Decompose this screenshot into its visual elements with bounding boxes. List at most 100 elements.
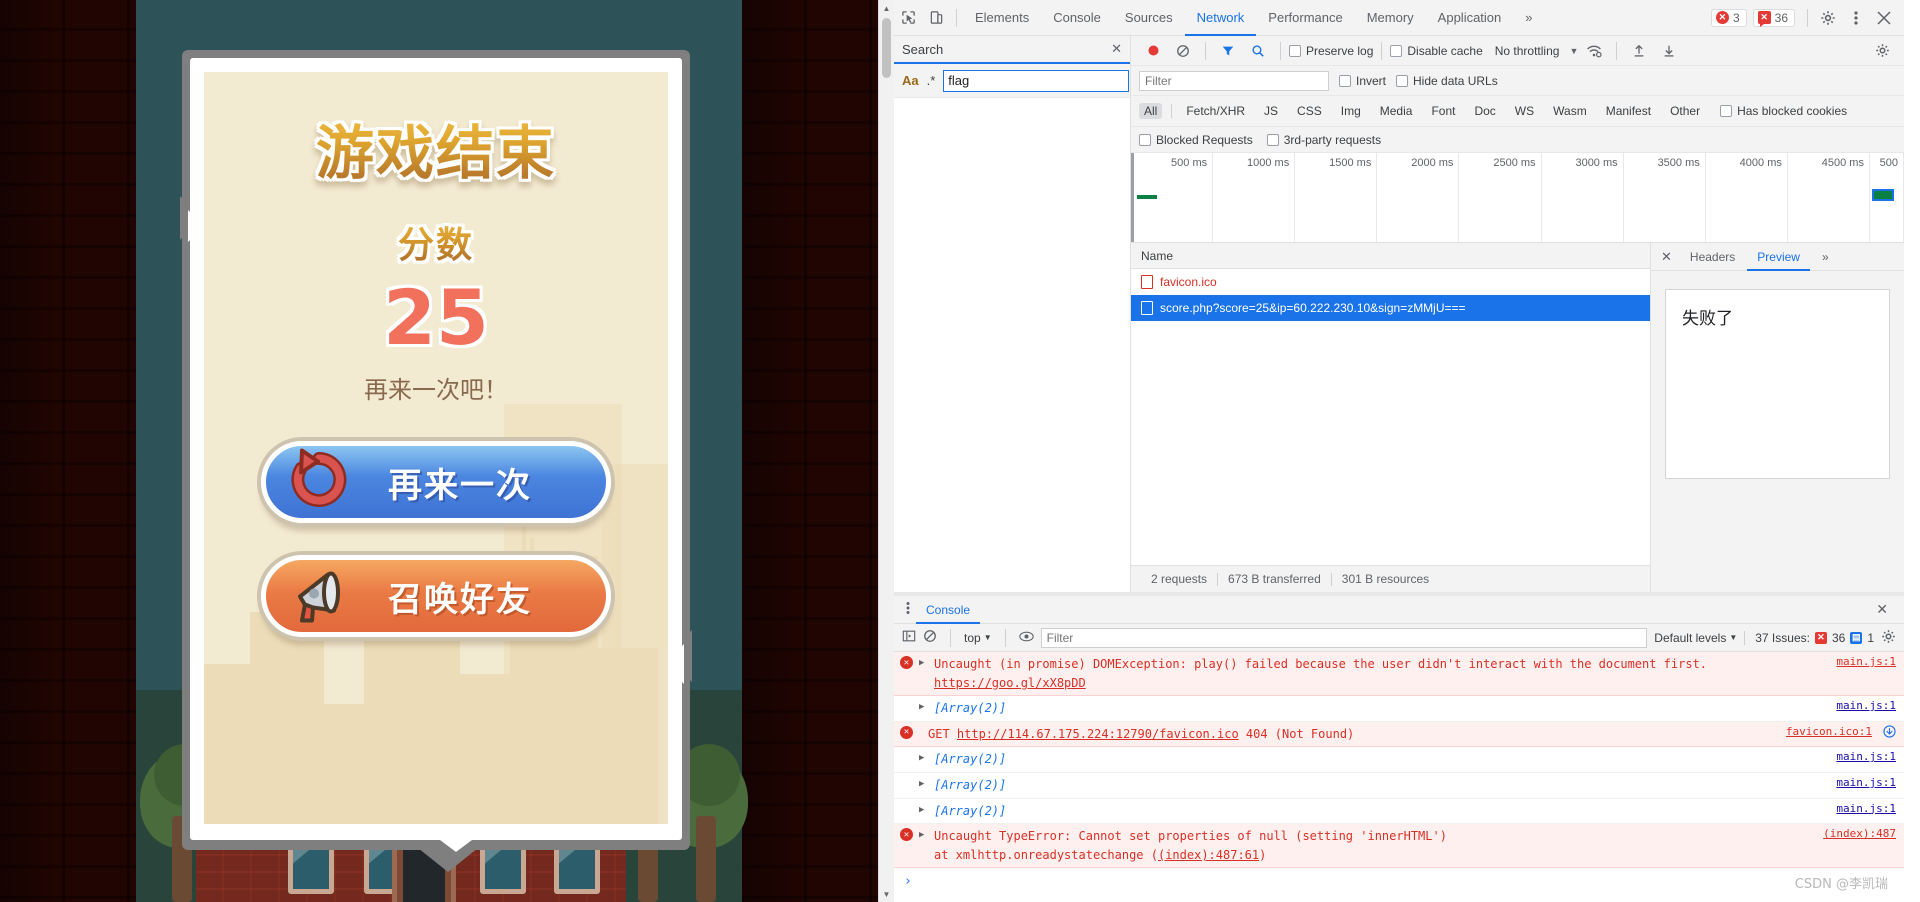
tab-console-drawer[interactable]: Console bbox=[916, 596, 980, 624]
expand-triangle-icon[interactable]: ▶ bbox=[919, 702, 928, 712]
live-expression-icon[interactable] bbox=[1018, 629, 1034, 647]
network-info-icon[interactable] bbox=[1883, 725, 1896, 741]
tab-sources[interactable]: Sources bbox=[1113, 0, 1185, 36]
tab-network[interactable]: Network bbox=[1185, 0, 1257, 36]
expand-triangle-icon[interactable]: ▶ bbox=[919, 805, 928, 815]
message-source[interactable]: main.js:1 bbox=[1836, 802, 1896, 815]
type-filter-font[interactable]: Font bbox=[1426, 103, 1460, 119]
clear-icon[interactable] bbox=[1169, 37, 1197, 65]
detail-close-icon[interactable]: ✕ bbox=[1655, 249, 1678, 265]
message-source[interactable]: main.js:1 bbox=[1836, 655, 1896, 668]
tab-overflow-icon[interactable]: » bbox=[1513, 0, 1544, 36]
issue-error-icon: ✕ bbox=[1814, 631, 1827, 644]
tab-elements[interactable]: Elements bbox=[963, 0, 1041, 36]
issue-count-badge[interactable]: ✕ 36 bbox=[1752, 8, 1795, 27]
tab-performance[interactable]: Performance bbox=[1256, 0, 1354, 36]
message-link[interactable]: (index):487:61 bbox=[1158, 848, 1259, 862]
console-filter-input[interactable] bbox=[1040, 627, 1648, 648]
tab-memory[interactable]: Memory bbox=[1355, 0, 1426, 36]
scroll-down-icon[interactable]: ▼ bbox=[879, 886, 894, 902]
match-case-icon[interactable]: Aa bbox=[902, 73, 919, 88]
network-timeline-overview[interactable]: 500 ms 1000 ms 1500 ms 2000 ms 2500 ms 3… bbox=[1131, 153, 1904, 243]
expand-triangle-icon[interactable]: ▶ bbox=[919, 779, 928, 789]
message-source[interactable]: main.js:1 bbox=[1836, 750, 1896, 763]
console-message[interactable]: ▶ [Array(2)] main.js:1 bbox=[894, 772, 1904, 799]
type-filter-fetch-xhr[interactable]: Fetch/XHR bbox=[1181, 103, 1250, 119]
record-icon[interactable] bbox=[1139, 37, 1167, 65]
invert-checkbox[interactable]: Invert bbox=[1339, 74, 1386, 88]
network-conditions-icon[interactable] bbox=[1580, 37, 1608, 65]
throttling-value[interactable]: No throttling bbox=[1495, 44, 1560, 58]
console-message[interactable]: ✕ ▶ Uncaught (in promise) DOMException: … bbox=[894, 652, 1904, 697]
console-message[interactable]: ▶ [Array(2)] main.js:1 bbox=[894, 798, 1904, 825]
disable-cache-checkbox[interactable]: Disable cache bbox=[1390, 44, 1483, 58]
type-filter-all[interactable]: All bbox=[1139, 103, 1163, 119]
export-har-icon[interactable] bbox=[1655, 37, 1683, 65]
tab-application[interactable]: Application bbox=[1426, 0, 1514, 36]
throttling-chevron-down-icon[interactable]: ▼ bbox=[1569, 46, 1578, 56]
execution-context-selector[interactable]: top ▼ bbox=[964, 631, 992, 645]
expand-triangle-icon[interactable]: ▶ bbox=[919, 753, 928, 763]
console-message[interactable]: ▶ [Array(2)] main.js:1 bbox=[894, 696, 1904, 722]
type-filter-manifest[interactable]: Manifest bbox=[1601, 103, 1656, 119]
message-source[interactable]: favicon.ico:1 bbox=[1786, 725, 1872, 738]
table-row[interactable]: favicon.ico bbox=[1131, 269, 1650, 295]
detail-overflow-icon[interactable]: » bbox=[1812, 243, 1839, 271]
type-filter-img[interactable]: Img bbox=[1336, 103, 1366, 119]
console-message[interactable]: ✕ ▶ Uncaught TypeError: Cannot set prope… bbox=[894, 824, 1904, 869]
type-filter-ws[interactable]: WS bbox=[1510, 103, 1539, 119]
drawer-close-icon[interactable]: ✕ bbox=[1866, 601, 1898, 618]
search-icon[interactable] bbox=[1244, 37, 1272, 65]
type-filter-doc[interactable]: Doc bbox=[1469, 103, 1500, 119]
tab-console[interactable]: Console bbox=[1041, 0, 1113, 36]
drawer-kebab-menu-icon[interactable] bbox=[900, 601, 916, 618]
log-level-selector[interactable]: Default levels ▼ bbox=[1654, 631, 1737, 645]
has-blocked-cookies-checkbox[interactable]: Has blocked cookies bbox=[1720, 104, 1847, 118]
kebab-menu-icon[interactable] bbox=[1842, 4, 1870, 32]
console-prompt[interactable]: › bbox=[894, 868, 1904, 895]
console-clear-icon[interactable] bbox=[923, 629, 937, 646]
console-settings-gear-icon[interactable] bbox=[1881, 629, 1896, 647]
issues-summary[interactable]: 37 Issues: ✕ 36 ▤ 1 bbox=[1744, 630, 1874, 645]
expand-triangle-icon[interactable]: ▶ bbox=[919, 658, 928, 668]
gear-icon[interactable] bbox=[1814, 4, 1842, 32]
type-filter-js[interactable]: JS bbox=[1259, 103, 1283, 119]
scroll-up-icon[interactable]: ▲ bbox=[879, 0, 894, 16]
scrollbar-thumb[interactable] bbox=[882, 18, 891, 78]
play-again-label: 再来一次 bbox=[388, 465, 532, 506]
type-filter-wasm[interactable]: Wasm bbox=[1548, 103, 1592, 119]
import-har-icon[interactable] bbox=[1625, 37, 1653, 65]
tab-headers[interactable]: Headers bbox=[1680, 243, 1745, 271]
console-sidebar-icon[interactable] bbox=[902, 629, 916, 646]
blocked-requests-checkbox[interactable]: Blocked Requests bbox=[1139, 133, 1253, 147]
message-source[interactable]: (index):487 bbox=[1823, 827, 1896, 840]
third-party-requests-checkbox[interactable]: 3rd-party requests bbox=[1266, 133, 1381, 147]
tab-preview[interactable]: Preview bbox=[1747, 243, 1810, 271]
play-again-button[interactable]: 再来一次 bbox=[261, 441, 611, 523]
type-filter-other[interactable]: Other bbox=[1665, 103, 1705, 119]
inspect-icon[interactable] bbox=[894, 4, 922, 32]
preserve-log-checkbox[interactable]: Preserve log bbox=[1289, 44, 1373, 58]
console-message[interactable]: ▶ [Array(2)] main.js:1 bbox=[894, 747, 1904, 773]
table-row[interactable]: score.php?score=25&ip=60.222.230.10&sign… bbox=[1131, 295, 1650, 321]
expand-triangle-icon[interactable]: ▶ bbox=[919, 830, 928, 840]
device-toolbar-icon[interactable] bbox=[922, 4, 950, 32]
regex-icon[interactable]: .* bbox=[927, 73, 936, 88]
search-close-icon[interactable]: ✕ bbox=[1111, 41, 1122, 57]
console-message[interactable]: ✕ GET http://114.67.175.224:12790/favico… bbox=[894, 721, 1904, 748]
network-filter-input[interactable] bbox=[1139, 70, 1329, 91]
page-scrollbar[interactable]: ▲ ▼ bbox=[878, 0, 894, 902]
type-filter-media[interactable]: Media bbox=[1375, 103, 1418, 119]
message-link[interactable]: https://goo.gl/xX8pDD bbox=[934, 676, 1086, 690]
close-icon[interactable] bbox=[1870, 4, 1898, 32]
hide-data-urls-checkbox[interactable]: Hide data URLs bbox=[1396, 74, 1498, 88]
network-settings-gear-icon[interactable] bbox=[1868, 37, 1896, 65]
type-filter-css[interactable]: CSS bbox=[1292, 103, 1327, 119]
message-url[interactable]: http://114.67.175.224:12790/favicon.ico bbox=[957, 727, 1239, 741]
error-count-badge[interactable]: ✕ 3 bbox=[1710, 8, 1747, 27]
message-source[interactable]: main.js:1 bbox=[1836, 776, 1896, 789]
invite-friends-button[interactable]: 召唤好友 bbox=[261, 555, 611, 637]
search-input[interactable] bbox=[943, 69, 1130, 92]
filter-icon[interactable] bbox=[1214, 37, 1242, 65]
message-source[interactable]: main.js:1 bbox=[1836, 699, 1896, 712]
